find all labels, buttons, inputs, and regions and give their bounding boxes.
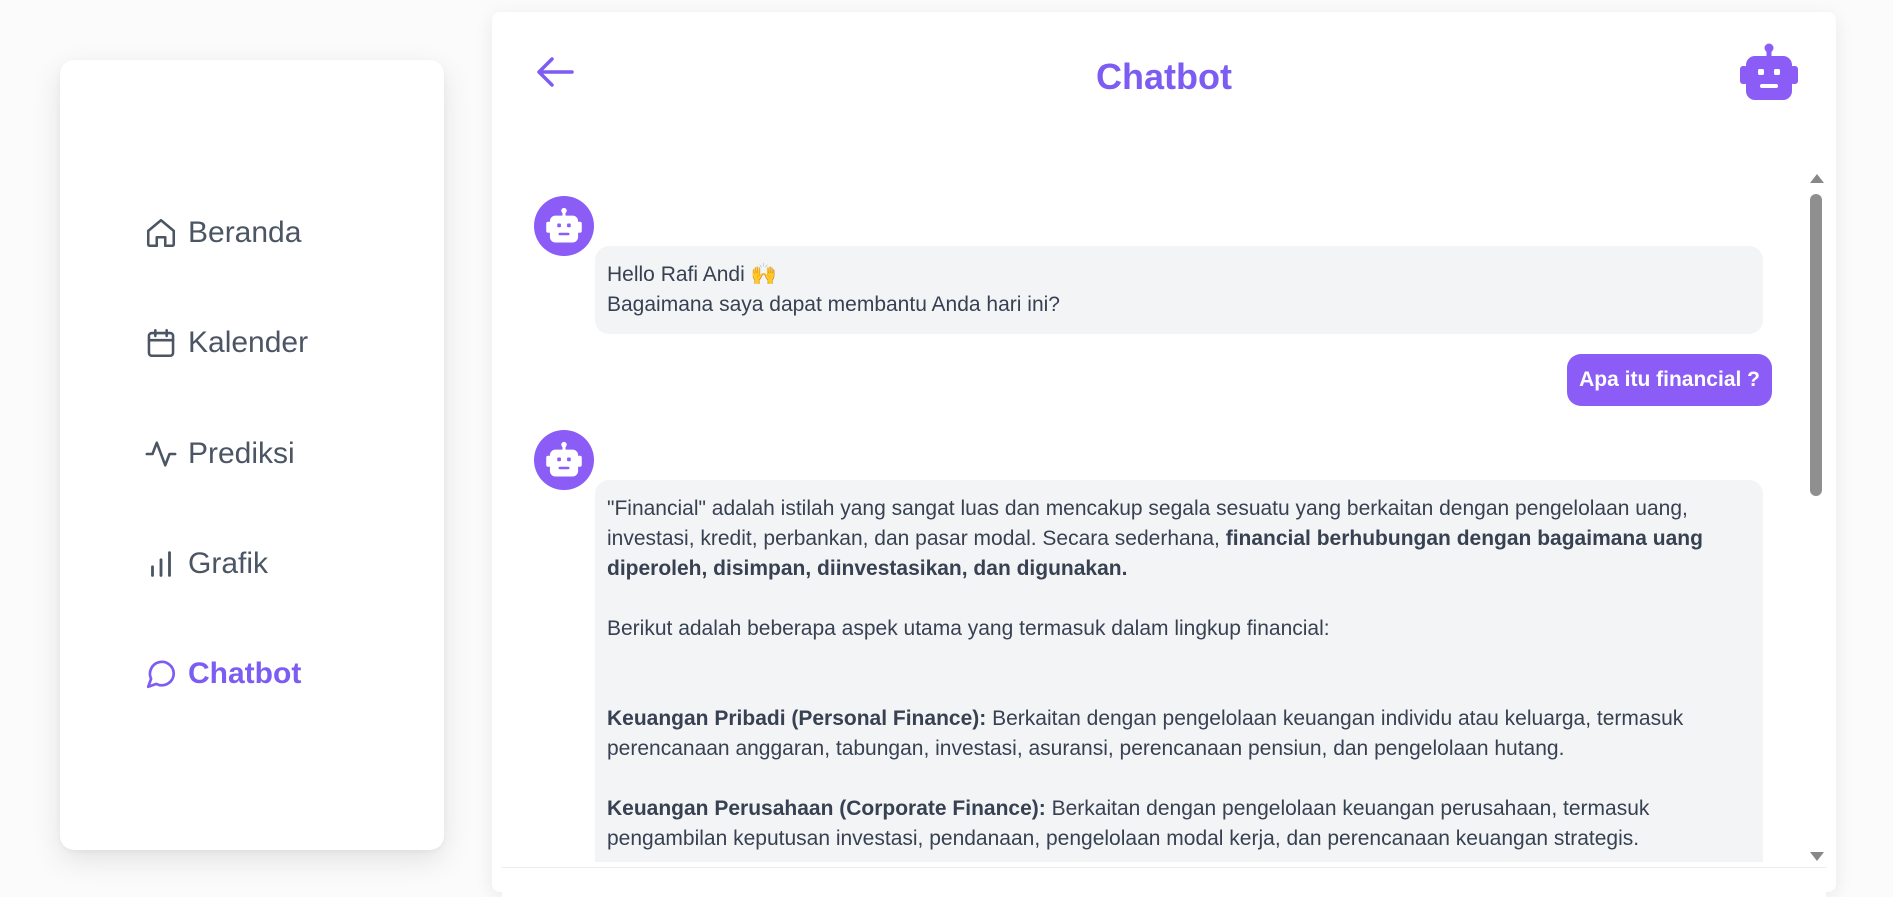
bar-chart-icon — [151, 551, 171, 577]
sidebar-item-label: Grafik — [188, 547, 269, 580]
scroll-down-arrow-icon[interactable] — [1810, 852, 1824, 861]
message-paragraph: Keuangan Perusahaan (Corporate Finance):… — [607, 794, 1751, 854]
message-bold-text: Keuangan Perusahaan (Corporate Finance): — [607, 797, 1046, 820]
sidebar-item-prediksi[interactable]: Prediksi — [144, 430, 295, 478]
bot-avatar — [534, 196, 594, 256]
calendar-icon — [147, 328, 175, 358]
input-bar — [502, 867, 1826, 897]
bot-message: Hello Rafi Andi 🙌 Bagaimana saya dapat m… — [595, 246, 1763, 334]
message-paragraph: "Financial" adalah istilah yang sangat l… — [607, 494, 1751, 584]
sidebar: Beranda Kalender Prediksi Grafik Chatbot — [60, 60, 444, 850]
message-bold-text: Keuangan Pribadi (Personal Finance): — [607, 707, 987, 730]
sidebar-item-label: Kalender — [188, 326, 309, 359]
bot-message: "Financial" adalah istilah yang sangat l… — [595, 480, 1763, 862]
robot-icon — [546, 441, 582, 477]
sidebar-item-label: Beranda — [188, 216, 302, 249]
message-line: Bagaimana saya dapat membantu Anda hari … — [607, 293, 1060, 316]
scroll-up-arrow-icon[interactable] — [1810, 174, 1824, 183]
chat-panel: Chatbot Hello Rafi Andi 🙌 Bagaimana saya… — [492, 12, 1836, 897]
chat-message-list[interactable]: Hello Rafi Andi 🙌 Bagaimana saya dapat m… — [492, 162, 1836, 862]
sidebar-item-kalender[interactable]: Kalender — [144, 319, 308, 367]
header-robot — [1738, 42, 1800, 104]
robot-icon — [546, 207, 582, 243]
sidebar-item-label: Chatbot — [188, 657, 302, 690]
robot-icon — [1740, 43, 1798, 100]
message-paragraph: Berikut adalah beberapa aspek utama yang… — [607, 617, 1330, 640]
activity-icon — [145, 441, 177, 467]
bot-avatar — [534, 430, 594, 490]
sidebar-item-beranda[interactable]: Beranda — [144, 209, 301, 257]
message-paragraph: Keuangan Pribadi (Personal Finance): Ber… — [607, 704, 1751, 764]
message-line: Hello Rafi Andi 🙌 — [607, 263, 777, 286]
sidebar-item-label: Prediksi — [188, 437, 295, 470]
scrollbar-thumb[interactable] — [1810, 194, 1822, 496]
sidebar-item-grafik[interactable]: Grafik — [144, 540, 268, 588]
page-title: Chatbot — [1096, 56, 1232, 97]
scrollbar[interactable] — [1806, 162, 1826, 862]
sidebar-item-chatbot[interactable]: Chatbot — [144, 650, 301, 698]
user-message: Apa itu financial ? — [1567, 354, 1772, 406]
chat-bubble-icon — [146, 660, 176, 689]
home-icon — [146, 218, 176, 248]
